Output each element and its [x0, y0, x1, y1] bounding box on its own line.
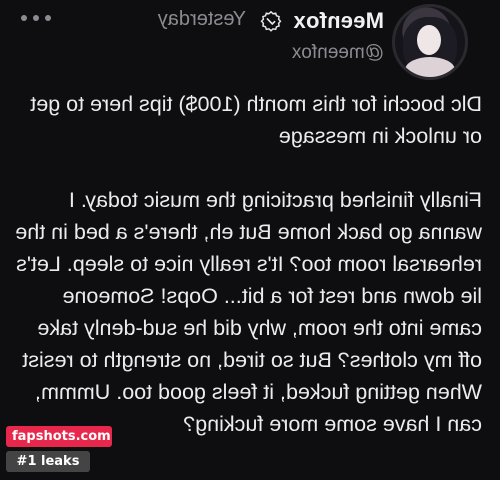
- more-options-icon[interactable]: [16, 6, 56, 30]
- author-name[interactable]: Meenfox: [293, 8, 384, 34]
- watermark-site: fapshots.com: [6, 426, 112, 447]
- avatar[interactable]: [392, 4, 468, 80]
- verified-badge-icon: [260, 10, 282, 32]
- mirrored-post-card: Meenfox Yesterday @meenfox Dlc bocchi fo…: [0, 0, 500, 480]
- avatar-face: [417, 25, 441, 55]
- watermark: fapshots.com #1 leaks: [6, 426, 112, 472]
- author-handle[interactable]: @meenfox: [292, 42, 384, 64]
- watermark-tag: #1 leaks: [6, 451, 90, 472]
- avatar-shoulder: [405, 57, 455, 80]
- post-timestamp: Yesterday: [157, 8, 246, 30]
- post-text: Dlc bocchi for this month (100$) tips he…: [15, 92, 482, 436]
